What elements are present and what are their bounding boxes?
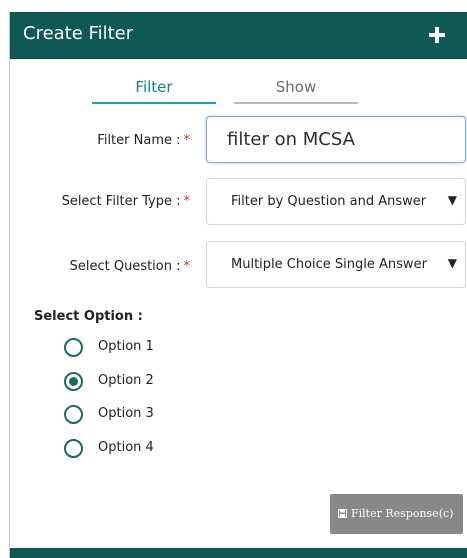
option-label: Option 4 xyxy=(98,440,154,455)
radio-unchecked-icon xyxy=(64,405,83,424)
option-label: Option 3 xyxy=(98,406,154,421)
panel-header: Create Filter xyxy=(10,12,467,59)
chevron-down-icon: ▼ xyxy=(447,256,457,270)
radio-unchecked-icon xyxy=(64,338,83,357)
radio-unchecked-icon xyxy=(64,439,83,458)
filter-type-select[interactable]: Filter by Question and Answer ▼ xyxy=(206,178,466,225)
floppy-disk-icon xyxy=(338,509,347,518)
required-mark: * xyxy=(183,133,191,148)
panel-title: Create Filter xyxy=(23,23,134,44)
required-mark: * xyxy=(183,194,191,209)
chevron-down-icon: ▼ xyxy=(447,193,457,207)
filter-name-input[interactable]: filter on MCSA xyxy=(206,116,466,163)
filter-type-value: Filter by Question and Answer xyxy=(231,194,427,209)
filter-response-button[interactable]: Filter Response(c) xyxy=(330,494,463,534)
select-option-label: Select Option : xyxy=(34,309,143,324)
question-label: Select Question : * xyxy=(69,259,191,274)
question-select[interactable]: Multiple Choice Single Answer ▼ xyxy=(206,241,466,288)
filter-type-label: Select Filter Type : * xyxy=(61,194,191,209)
option-label: Option 2 xyxy=(98,373,154,388)
filter-name-label: Filter Name : * xyxy=(97,133,191,148)
question-value: Multiple Choice Single Answer xyxy=(231,257,427,272)
option-label: Option 1 xyxy=(98,339,154,354)
footer-bar xyxy=(10,548,467,558)
tab-filter[interactable]: Filter xyxy=(92,74,216,104)
tab-bar: Filter Show xyxy=(10,74,467,104)
plus-icon[interactable] xyxy=(428,26,446,44)
filter-response-label: Filter Response(c) xyxy=(351,507,454,520)
required-mark: * xyxy=(183,259,191,274)
radio-checked-icon xyxy=(64,372,83,391)
tab-show[interactable]: Show xyxy=(234,74,358,104)
create-filter-panel: Create Filter Filter Show Filter Name : *… xyxy=(9,12,467,558)
